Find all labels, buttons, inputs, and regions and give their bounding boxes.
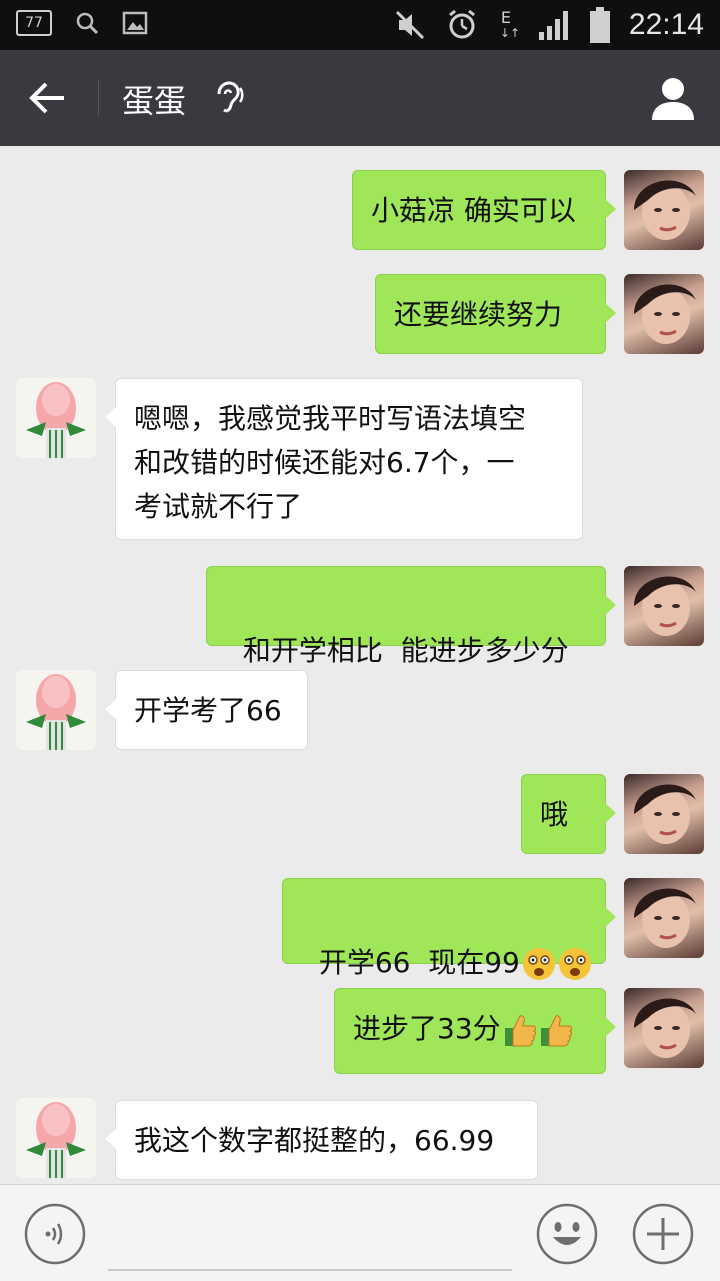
earpiece-icon [217, 81, 244, 113]
clock: 22:14 [628, 8, 704, 41]
sim-badge-icon: 77 [16, 10, 52, 36]
search-icon [76, 12, 99, 35]
message-bubble[interactable]: 哦 [521, 774, 616, 854]
smiley-icon[interactable] [536, 1203, 598, 1265]
message-text-line: 考试就不行了 [134, 490, 303, 523]
surprised-face-icon [558, 948, 591, 980]
header-divider [98, 80, 99, 116]
message-text-line: 和改错的时候还能对6.7个，一 [134, 446, 515, 479]
message-text: 和开学相比 能进步多少分 [242, 634, 569, 667]
message-bubble[interactable]: 小菇凉 确实可以 [352, 170, 616, 250]
plus-icon[interactable] [632, 1203, 694, 1265]
battery-icon [589, 7, 610, 43]
message-text: 我这个数字都挺整的，66.99 [134, 1124, 495, 1157]
my-avatar[interactable] [624, 566, 704, 646]
alarm-icon [448, 9, 475, 39]
network-type: E [500, 8, 512, 27]
message-bubble[interactable]: 我这个数字都挺整的，66.99 [105, 1100, 538, 1180]
message-text: 进步了33分 [353, 1012, 501, 1045]
signal-icon [538, 11, 568, 40]
network-type-icon: E ↓↑ [499, 8, 521, 40]
my-avatar[interactable] [624, 988, 704, 1068]
message-bubble[interactable]: 还要继续努力 [375, 274, 616, 354]
mute-icon [395, 10, 424, 40]
thumbs-up-icon [540, 1015, 572, 1047]
profile-icon[interactable] [650, 74, 696, 122]
message-text: 哦 [540, 798, 569, 831]
chat-header: 蛋蛋 [0, 50, 720, 146]
message-bubble[interactable]: 进步了33分 [334, 988, 616, 1074]
contact-avatar[interactable] [16, 378, 96, 458]
message-bubble[interactable]: 嗯嗯，我感觉我平时写语法填空 和改错的时候还能对6.7个，一 考试就不行了 [105, 378, 583, 540]
message-text-line: 嗯嗯，我感觉我平时写语法填空 [134, 402, 527, 435]
contact-avatar[interactable] [16, 670, 96, 750]
image-icon [122, 11, 148, 35]
surprised-face-icon [522, 948, 555, 980]
message-bubble[interactable]: 开学66 现在99 [282, 878, 616, 980]
message-text: 还要继续努力 [394, 298, 563, 331]
my-avatar[interactable] [624, 170, 704, 250]
status-bar: 77 E ↓↑ 22:14 [0, 0, 720, 50]
message-text: 开学考了66 [134, 694, 282, 727]
my-avatar[interactable] [624, 274, 704, 354]
back-arrow-icon[interactable] [22, 74, 74, 122]
voice-icon[interactable] [24, 1203, 86, 1265]
contact-avatar[interactable] [16, 1098, 96, 1178]
message-text: 开学66 现在99 [318, 946, 520, 979]
thumbs-up-icon [504, 1015, 536, 1047]
chat-title: 蛋蛋 [122, 82, 187, 120]
message-bubble[interactable]: 和开学相比 能进步多少分 [206, 566, 616, 667]
my-avatar[interactable] [624, 878, 704, 958]
message-bubble[interactable]: 开学考了66 [105, 670, 308, 750]
my-avatar[interactable] [624, 774, 704, 854]
input-bar [0, 1184, 720, 1281]
message-input[interactable] [108, 1269, 512, 1271]
message-text: 小菇凉 确实可以 [371, 194, 576, 227]
